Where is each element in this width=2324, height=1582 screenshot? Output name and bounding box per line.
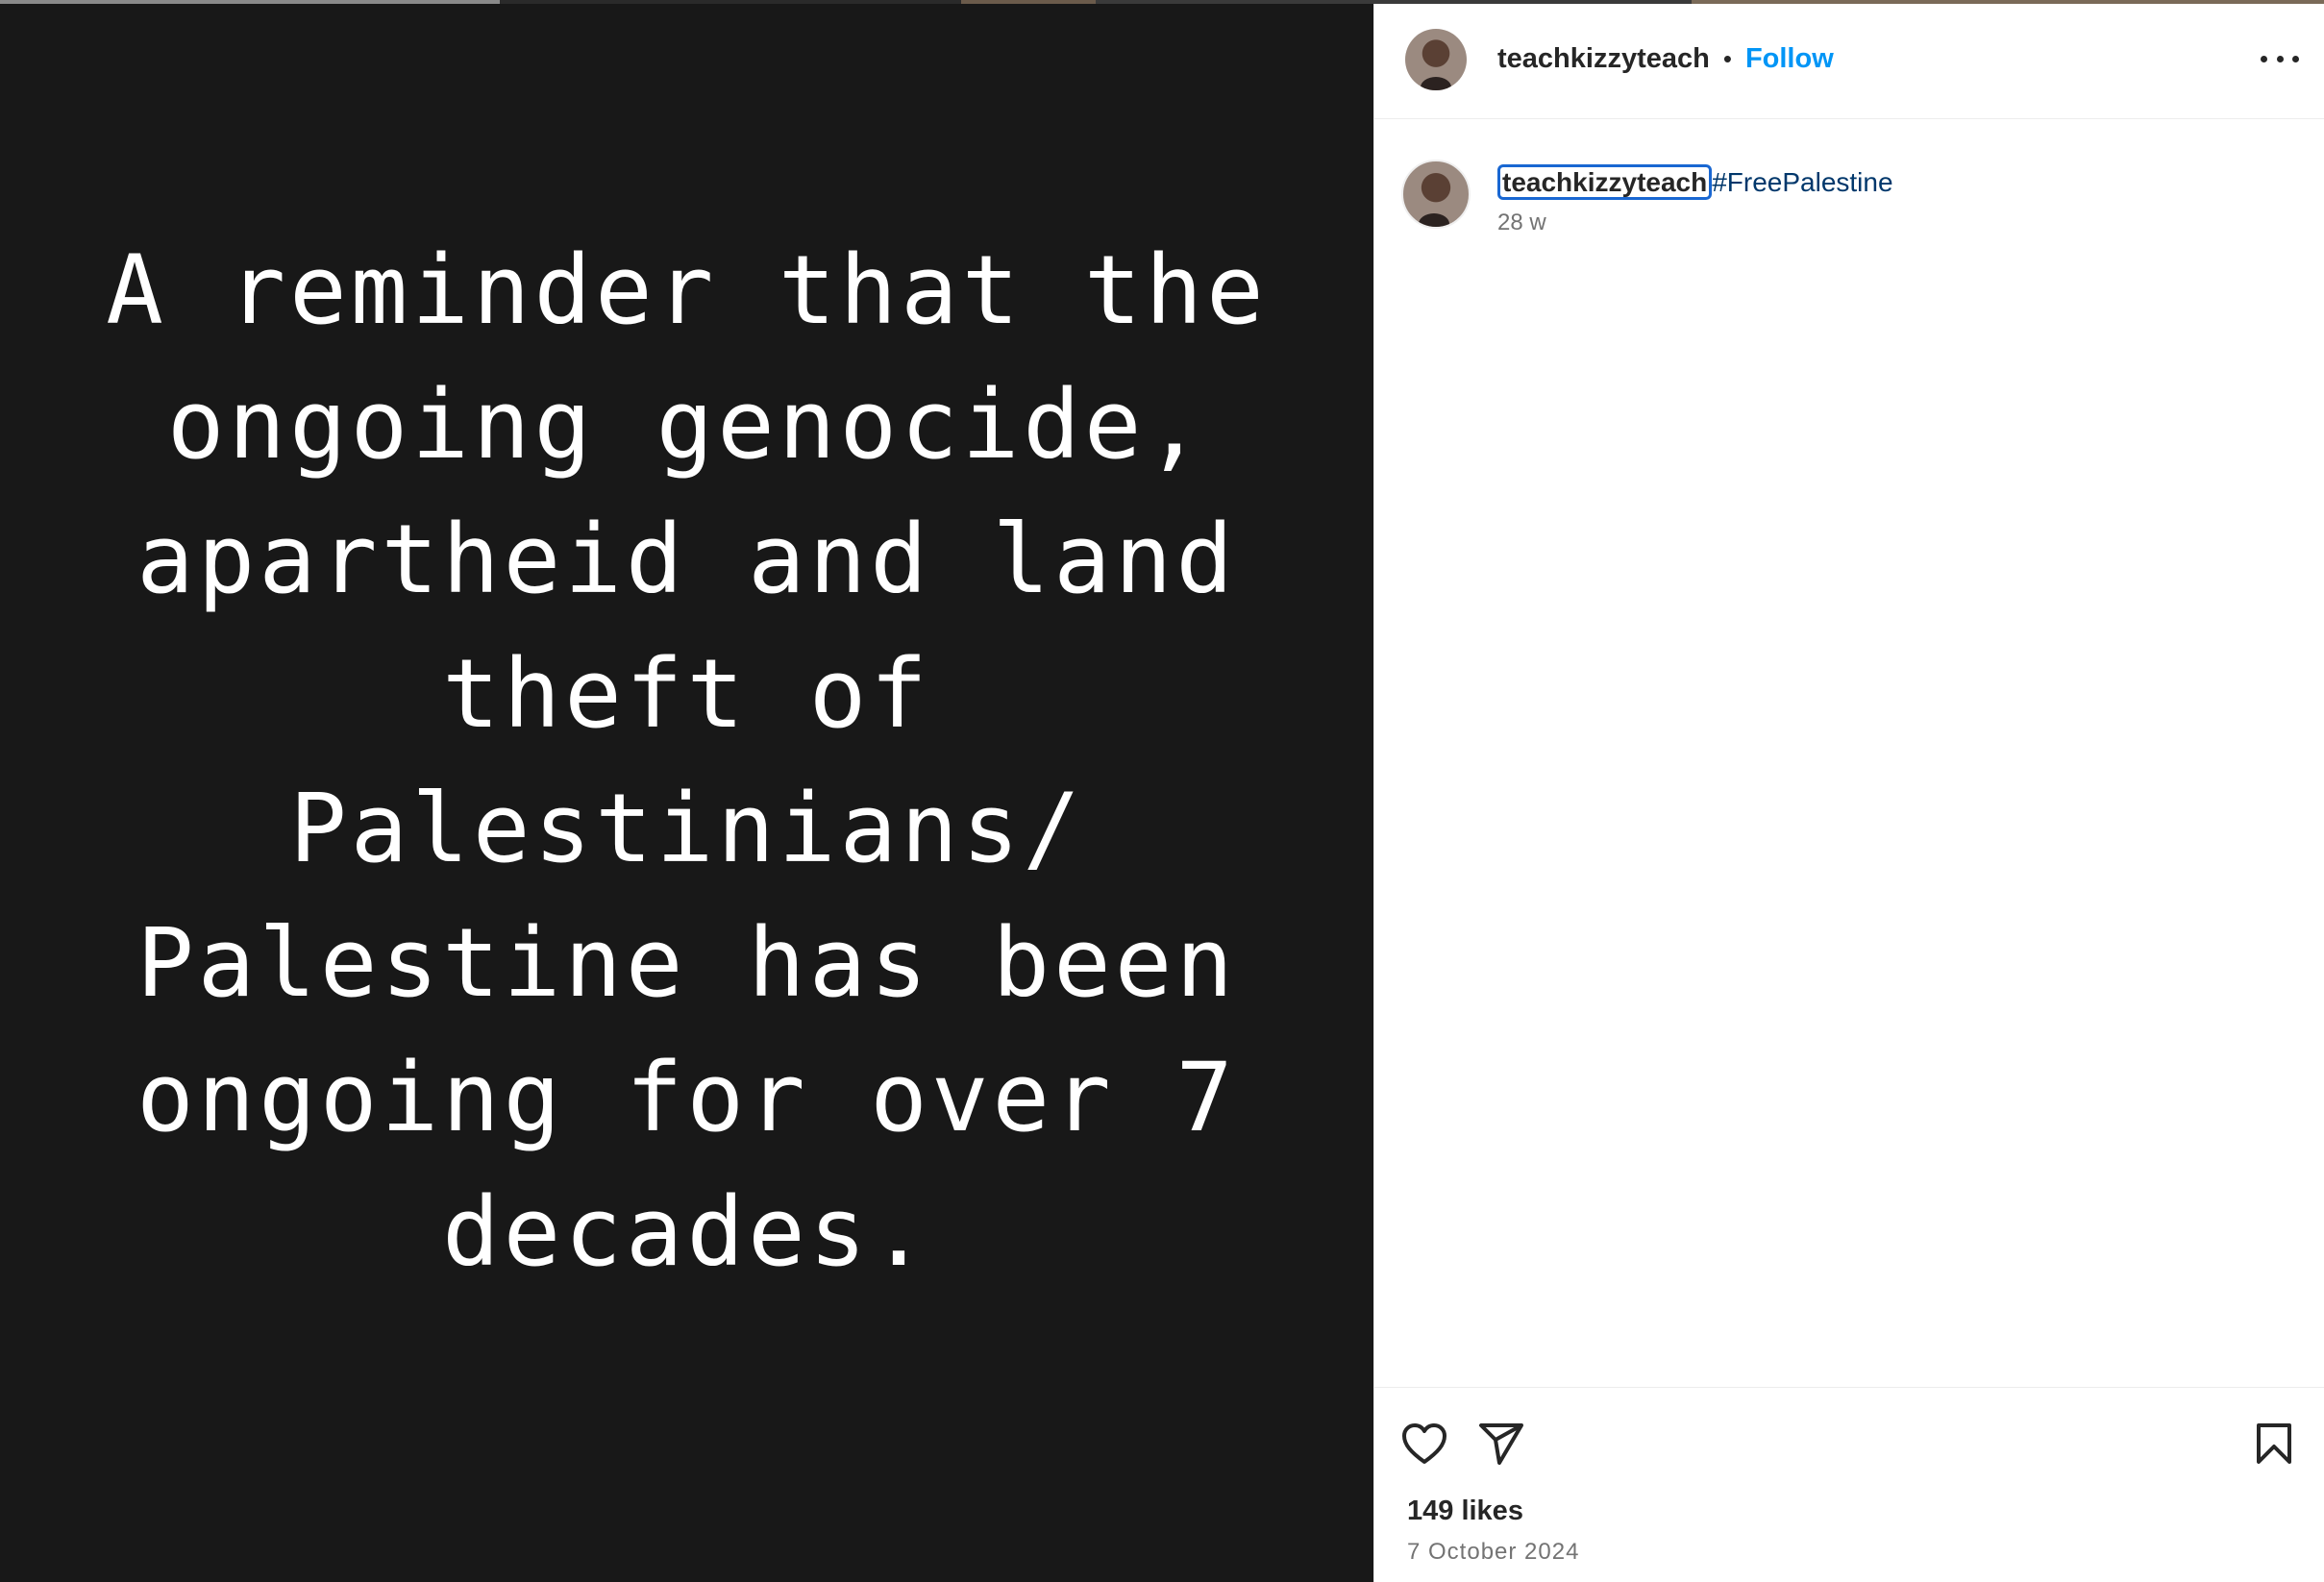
follow-button[interactable]: Follow — [1745, 43, 1834, 75]
paper-plane-icon[interactable] — [1472, 1415, 1530, 1472]
caption-text: teachkizzyteach #FreePalestine — [1497, 160, 1893, 200]
instagram-post-view: A reminder that the ongoing genocide, ap… — [0, 0, 2324, 1582]
separator-dot: • — [1722, 44, 1732, 73]
caption-username-link[interactable]: teachkizzyteach — [1497, 164, 1713, 200]
heart-icon[interactable] — [1396, 1415, 1453, 1472]
caption-timestamp[interactable]: 28 w — [1497, 210, 1893, 236]
action-bar — [1374, 1388, 2324, 1472]
post-side-panel: teachkizzyteach • Follow teachkizzyteach… — [1373, 0, 2324, 1582]
post-media[interactable]: A reminder that the ongoing genocide, ap… — [0, 0, 1373, 1582]
post-header: teachkizzyteach • Follow — [1374, 0, 2324, 119]
caption-avatar[interactable] — [1401, 160, 1471, 229]
post-image-text: A reminder that the ongoing genocide, ap… — [106, 235, 1268, 1288]
thumbnail-strip — [0, 0, 2324, 4]
hashtag-link[interactable]: #FreePalestine — [1712, 167, 1892, 197]
post-date[interactable]: 7 October 2024 — [1374, 1539, 2324, 1566]
author-avatar[interactable] — [1405, 28, 1467, 90]
caption-body: teachkizzyteach #FreePalestine 28 w — [1497, 160, 1893, 236]
bookmark-icon[interactable] — [2245, 1415, 2303, 1472]
more-options-icon[interactable] — [2261, 40, 2299, 79]
post-caption: teachkizzyteach #FreePalestine 28 w — [1374, 119, 2324, 236]
author-username[interactable]: teachkizzyteach — [1497, 43, 1710, 75]
post-actions: 149 likes 7 October 2024 — [1374, 1387, 2324, 1582]
likes-count[interactable]: 149 likes — [1374, 1495, 2324, 1527]
